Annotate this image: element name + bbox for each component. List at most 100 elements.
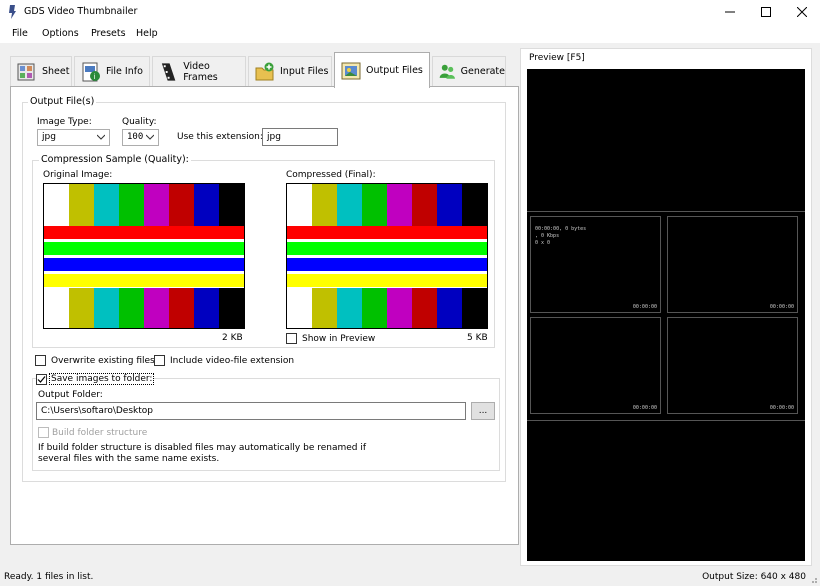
folder-note-line1: If build folder structure is disabled fi… [38,443,367,453]
output-files-group: Output File(s) Image Type: jpg Quality: … [22,96,506,482]
menu-options[interactable]: Options [42,28,79,39]
maximize-button[interactable] [748,0,784,24]
color-bar [287,288,312,328]
status-bar: Ready. 1 files in list. Output Size: 640… [0,568,820,586]
resize-grip-icon[interactable] [808,574,818,584]
show-in-preview-label: Show in Preview [302,334,376,344]
red-stripe [44,226,244,239]
menu-help[interactable]: Help [136,28,158,39]
output-files-panel: Output File(s) Image Type: jpg Quality: … [10,86,519,545]
show-in-preview-checkbox[interactable] [286,333,297,344]
color-bar [219,288,244,328]
save-folder-group: Save images to folder: Output Folder: C:… [32,373,500,471]
browse-folder-button[interactable]: ... [471,402,495,420]
app-logo-icon [9,5,16,19]
color-bar [119,184,144,226]
original-image-sample [43,183,245,329]
info-line1: 00:00:00, 0 bytes [535,226,587,232]
green-stripe [287,242,487,255]
overwrite-checkbox[interactable] [35,355,46,366]
color-bar [287,184,312,226]
color-bar [194,184,219,226]
folder-note-line2: several files with the same name exists. [38,454,220,464]
thumbnail-timestamp: 00:00:00 [632,405,657,411]
chevron-down-icon [146,134,154,140]
include-extension-checkbox[interactable] [154,355,165,366]
close-button[interactable] [784,0,820,24]
color-bar [437,184,462,226]
output-files-group-title: Output File(s) [28,96,97,107]
menu-presets[interactable]: Presets [91,28,126,39]
extension-input[interactable]: jpg [262,128,338,146]
menu-file[interactable]: File [12,28,28,39]
compressed-image-sample [286,183,488,329]
color-bar [462,184,487,226]
menu-bar: File Options Presets Help [0,24,820,44]
preview-screen[interactable]: 00:00:00, 0 bytes , 0 Kbps 0 x 0 00:00:0… [527,69,805,561]
yellow-stripe [44,274,244,287]
folder-plus-icon [255,62,274,80]
tab-generate[interactable]: Generate [432,56,506,86]
quality-label: Quality: [122,117,157,127]
thumbnail-cell: 00:00:00 [667,317,798,414]
thumbnail-cell: 00:00:00, 0 bytes , 0 Kbps 0 x 0 00:00:0… [530,216,661,313]
build-structure-checkbox[interactable] [38,427,49,438]
image-type-select[interactable]: jpg [37,129,110,146]
color-bar [337,288,362,328]
color-bar [312,184,337,226]
sheet-icon [17,63,35,80]
compression-sample-group: Compression Sample (Quality): Original I… [32,154,495,348]
color-bar [312,288,337,328]
color-bar [387,288,412,328]
compressed-image-label: Compressed (Final): [286,170,376,180]
color-bar [437,288,462,328]
tab-video-frames[interactable]: Video Frames [152,56,246,86]
yellow-stripe [287,274,487,287]
tab-file-info[interactable]: i File Info [74,56,150,86]
color-bar [169,184,194,226]
tab-input-files[interactable]: Input Files [248,56,332,86]
file-info-icon: i [82,62,100,81]
film-icon [161,62,176,81]
preview-title: Preview [F5] [529,53,585,63]
tab-output-files-label: Output Files [366,65,423,76]
minimize-icon [725,11,735,13]
close-icon [797,7,807,17]
picture-icon [341,62,361,79]
thumbnail-timestamp: 00:00:00 [769,304,794,310]
tab-output-files[interactable]: Output Files [334,52,430,88]
quality-value: 100 [127,132,144,142]
image-type-value: jpg [42,132,56,142]
red-stripe [287,226,487,239]
chevron-down-icon [97,134,105,140]
info-line3: 0 x 0 [535,240,551,246]
color-bar [69,288,94,328]
color-bar [412,184,437,226]
tab-input-files-label: Input Files [280,66,329,77]
output-folder-input[interactable]: C:\Users\softaro\Desktop [36,402,466,420]
color-bar [462,288,487,328]
quality-select[interactable]: 100 [122,129,159,146]
color-bar [144,184,169,226]
color-bar [219,184,244,226]
color-bar [387,184,412,226]
tab-video-frames-label: Video Frames [183,60,218,83]
color-bar [119,288,144,328]
window-title: GDS Video Thumbnailer [24,6,138,17]
svg-text:i: i [94,73,96,81]
tab-sheet[interactable]: Sheet [10,56,72,86]
color-bars-top [287,184,487,226]
thumbnail-cell: 00:00:00 [667,216,798,313]
color-bars-bottom [44,288,244,328]
compression-sample-title: Compression Sample (Quality): [39,154,191,165]
compressed-size: 5 KB [467,333,488,343]
output-size-text: Output Size: 640 x 480 [702,572,806,582]
overwrite-label: Overwrite existing files [51,356,155,366]
save-to-folder-checkbox[interactable] [36,374,47,385]
thumbnail-sheet: 00:00:00, 0 bytes , 0 Kbps 0 x 0 00:00:0… [527,211,805,421]
color-bar [362,184,387,226]
thumbnail-timestamp: 00:00:00 [632,304,657,310]
minimize-button[interactable] [712,0,748,24]
extension-label: Use this extension: [177,132,263,142]
checkmark-icon [37,376,46,383]
